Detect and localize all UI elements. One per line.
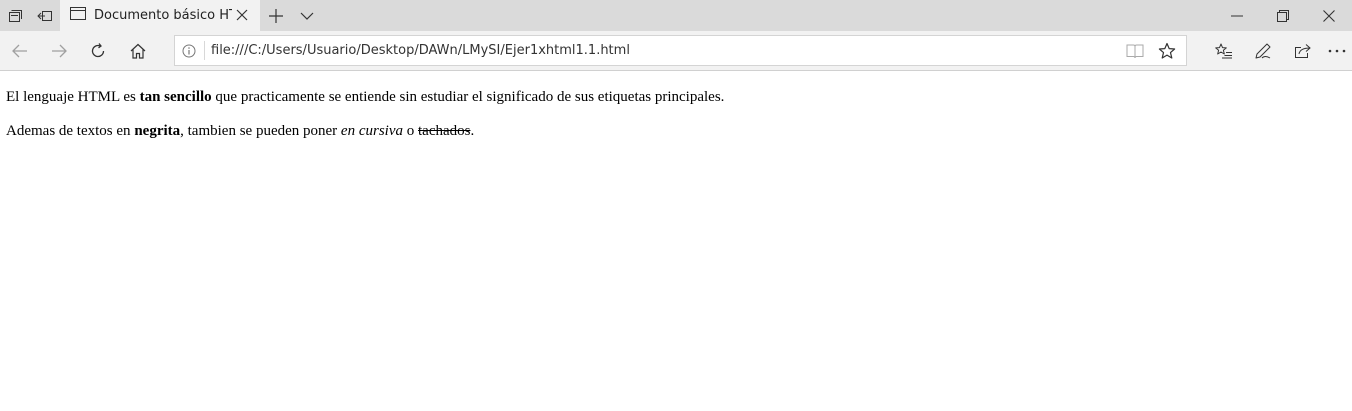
refresh-button[interactable] xyxy=(78,31,118,71)
favorites-list-icon xyxy=(1215,43,1232,59)
page-icon xyxy=(70,6,86,25)
forward-button[interactable] xyxy=(39,31,79,71)
share-button[interactable] xyxy=(1283,31,1323,71)
paragraph-2-text-connector: o xyxy=(403,123,418,139)
plus-icon xyxy=(269,8,283,23)
bold-text: tan sencillo xyxy=(139,89,212,105)
web-note-button[interactable] xyxy=(1243,31,1283,71)
paragraph-1: El lenguaje HTML es tan sencillo que pra… xyxy=(6,89,724,106)
restore-icon[interactable] xyxy=(1260,0,1306,31)
favorites-hub-button[interactable] xyxy=(1204,31,1244,71)
window-controls xyxy=(1214,0,1352,31)
chevron-down-icon xyxy=(300,12,314,20)
share-icon xyxy=(1295,44,1311,58)
info-icon[interactable] xyxy=(181,43,197,59)
strikethrough-text: tachados xyxy=(418,123,471,139)
paragraph-1-text-end: que practicamente se entiende sin estudi… xyxy=(211,89,725,105)
back-button[interactable] xyxy=(0,31,40,71)
minimize-icon[interactable] xyxy=(1214,0,1260,31)
paragraph-2-text-end: . xyxy=(470,123,475,139)
home-button[interactable] xyxy=(118,31,158,71)
back-arrow-icon xyxy=(12,44,27,58)
bold-text: negrita xyxy=(134,123,181,139)
paragraph-2-text-start: Ademas de textos en xyxy=(6,123,135,139)
set-aside-tabs-icon[interactable] xyxy=(30,0,60,31)
italic-text: en cursiva xyxy=(340,123,403,139)
close-icon[interactable] xyxy=(234,7,250,23)
tab-title: Documento básico HTML xyxy=(94,8,232,23)
paragraph-2: Ademas de textos en negrita, tambien se … xyxy=(6,123,474,140)
pen-icon xyxy=(1255,43,1271,59)
address-bar[interactable]: file:///C:/Users/Usuario/Desktop/DAWn/LM… xyxy=(174,35,1187,66)
address-separator xyxy=(204,41,205,60)
more-button[interactable] xyxy=(1322,31,1352,71)
forward-arrow-icon xyxy=(52,44,67,58)
new-tab-button[interactable] xyxy=(260,0,292,31)
refresh-icon xyxy=(91,43,105,58)
tab-menu-button[interactable] xyxy=(292,0,322,31)
close-window-icon[interactable] xyxy=(1306,0,1352,31)
tab-active[interactable]: Documento básico HTML xyxy=(60,0,260,31)
navigation-toolbar: file:///C:/Users/Usuario/Desktop/DAWn/LM… xyxy=(0,31,1352,71)
star-icon[interactable] xyxy=(1158,42,1176,60)
more-icon xyxy=(1328,49,1346,53)
reading-view-icon[interactable] xyxy=(1126,42,1144,60)
url-text[interactable]: file:///C:/Users/Usuario/Desktop/DAWn/LM… xyxy=(211,43,630,58)
tab-preview-icon[interactable] xyxy=(0,0,30,31)
paragraph-2-text-middle: , tambien se pueden poner xyxy=(180,123,341,139)
home-icon xyxy=(130,43,146,59)
paragraph-1-text-start: El lenguaje HTML es xyxy=(6,89,140,105)
title-bar: Documento básico HTML xyxy=(0,0,1352,31)
